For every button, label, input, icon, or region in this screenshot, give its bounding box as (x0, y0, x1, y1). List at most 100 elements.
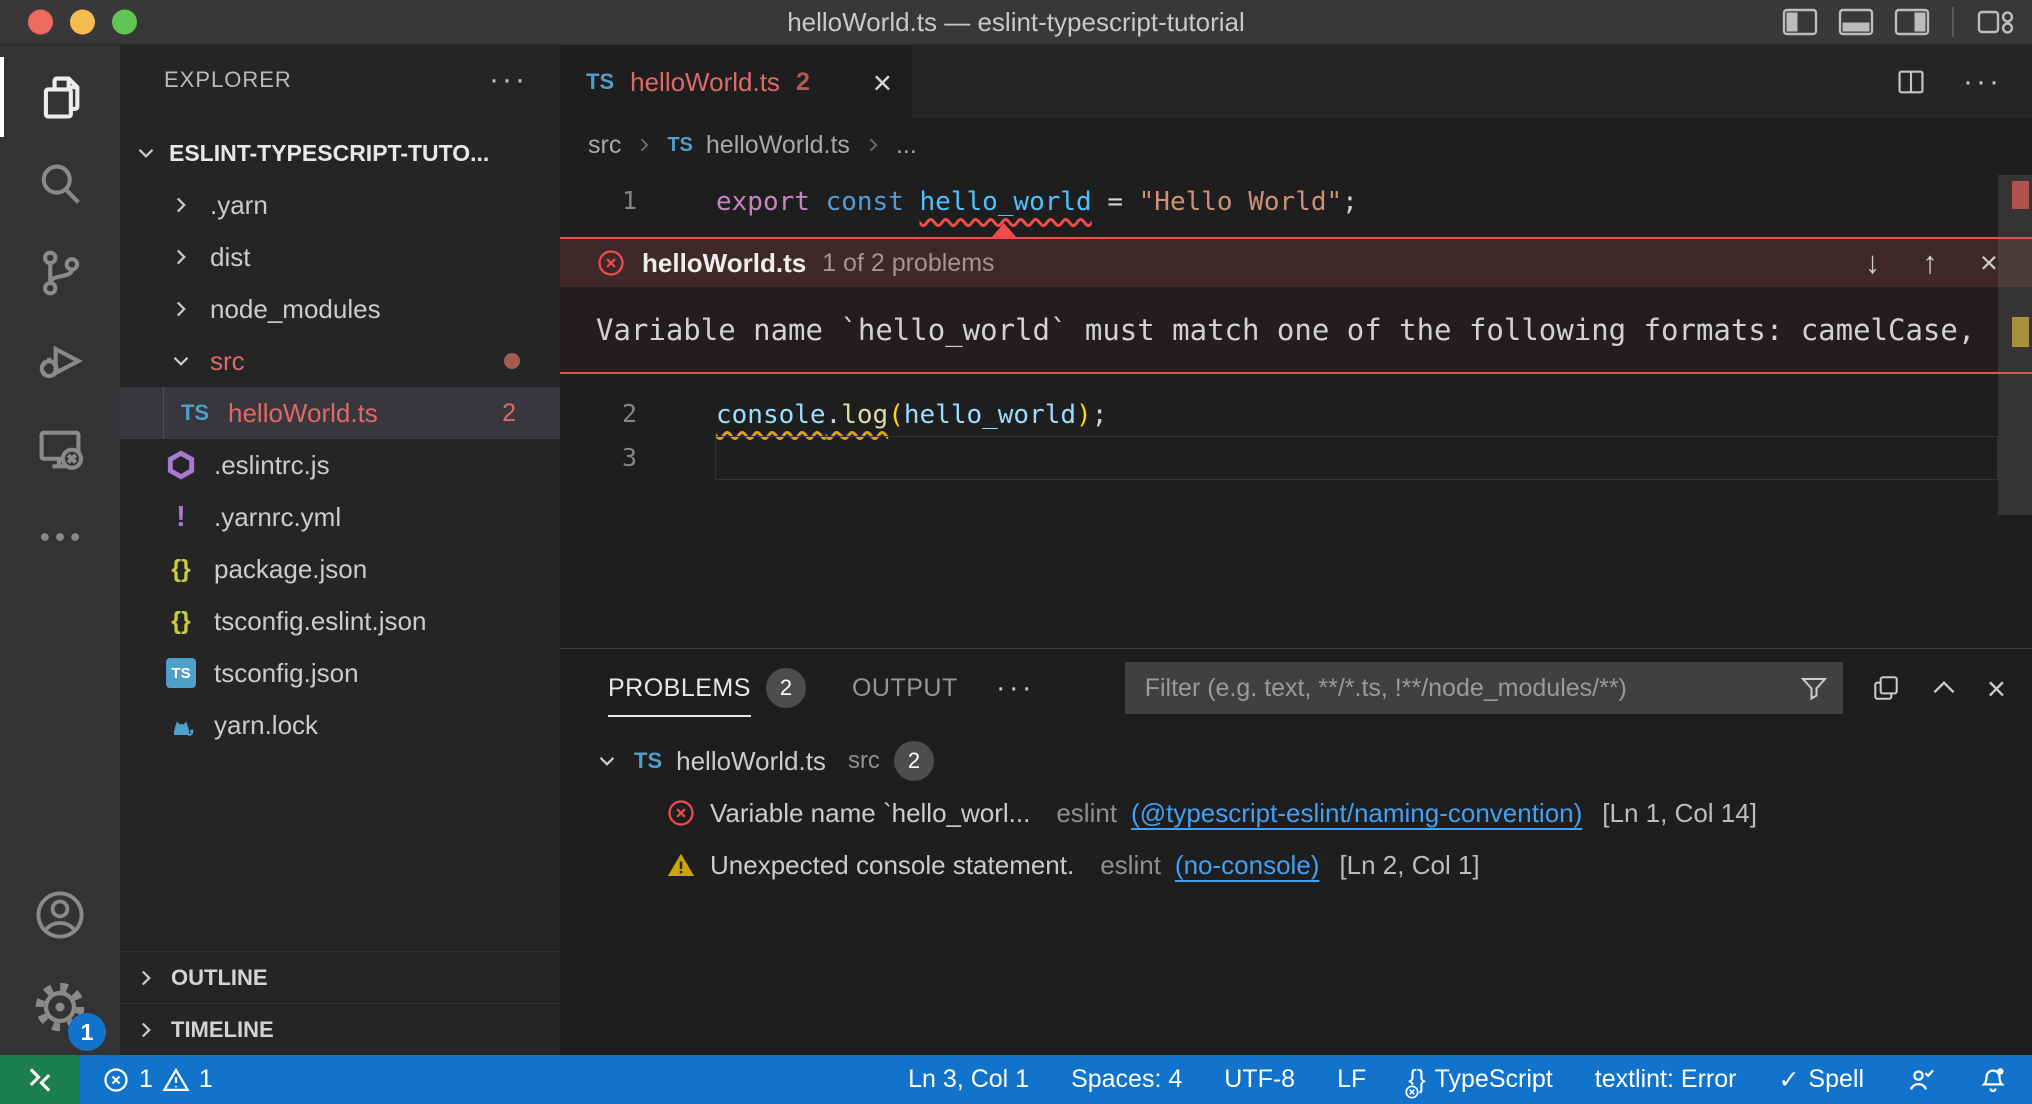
tree-item-tsconfig-eslint-json[interactable]: {} tsconfig.eslint.json (120, 595, 560, 647)
problems-group-row[interactable]: TS helloWorld.ts src 2 (560, 735, 2032, 787)
notifications-bell-icon[interactable] (1978, 1065, 2008, 1095)
tree-item-yarn[interactable]: .yarn (120, 179, 560, 231)
indentation-setting[interactable]: Spaces: 4 (1071, 1065, 1182, 1094)
close-tab-icon[interactable]: × (873, 66, 892, 99)
tab-output[interactable]: OUTPUT (852, 674, 958, 703)
textlint-status[interactable]: textlint: Error (1595, 1065, 1737, 1094)
problems-panel: PROBLEMS 2 OUTPUT ··· (560, 648, 2032, 1055)
panel-more-tabs-icon[interactable]: ··· (996, 683, 1035, 693)
activity-accounts[interactable] (0, 871, 120, 959)
breadcrumb-folder[interactable]: src (588, 131, 621, 160)
token-console: console (716, 400, 826, 430)
code-editor[interactable]: 1 export const hello_world = "Hello Worl… (560, 171, 2032, 648)
next-problem-icon[interactable]: ↓ (1865, 245, 1881, 281)
timeline-section-header[interactable]: TIMELINE (120, 1003, 560, 1055)
tree-item-yarnrc[interactable]: ! .yarnrc.yml (120, 491, 560, 543)
problem-row-warning[interactable]: Unexpected console statement. eslint (no… (560, 839, 2032, 891)
breadcrumb-symbol[interactable]: ... (896, 131, 917, 160)
close-window-button[interactable] (28, 10, 53, 35)
encoding-setting[interactable]: UTF-8 (1224, 1065, 1295, 1094)
maximize-panel-icon[interactable] (1929, 673, 1959, 703)
tree-item-tsconfig-json[interactable]: TS tsconfig.json (120, 647, 560, 699)
feedback-icon[interactable] (1906, 1065, 1936, 1095)
divider (1952, 7, 1954, 37)
yarn-icon (162, 710, 200, 740)
filter-icon[interactable] (1799, 673, 1829, 703)
code-line-2: 2 console.log(hello_world); (560, 392, 2032, 436)
tab-helloworld-ts[interactable]: TS helloWorld.ts 2 × (560, 45, 912, 119)
typescript-file-icon: TS (586, 69, 614, 95)
split-editor-icon[interactable] (1895, 66, 1927, 98)
window-controls (28, 10, 137, 35)
activity-settings[interactable]: 1 (0, 959, 120, 1055)
error-count: 1 (139, 1065, 153, 1094)
file-tree: ESLINT-TYPESCRIPT-TUTO... .yarn dist nod… (120, 115, 560, 751)
tree-item-yarn-lock[interactable]: yarn.lock (120, 699, 560, 751)
language-mode[interactable]: {} TypeScript (1408, 1064, 1552, 1095)
peek-message[interactable]: Variable name `hello_world` must match o… (560, 287, 2032, 372)
status-problems[interactable]: 1 1 (102, 1065, 213, 1094)
token-argument: hello_world (904, 400, 1076, 430)
close-panel-icon[interactable]: × (1987, 672, 2006, 705)
peek-arrow (991, 223, 1017, 238)
activity-remote-explorer[interactable] (0, 405, 120, 493)
tree-root-folder[interactable]: ESLINT-TYPESCRIPT-TUTO... (120, 127, 560, 179)
tab-problems[interactable]: PROBLEMS 2 (608, 668, 806, 708)
file-label: helloWorld.ts (228, 398, 378, 429)
timeline-label: TIMELINE (171, 1017, 274, 1043)
source-control-icon (34, 247, 86, 299)
more-actions-icon[interactable]: ··· (1963, 77, 2002, 87)
typescript-file-icon: TS (176, 400, 214, 426)
chevron-right-icon (863, 135, 883, 155)
folder-label: node_modules (210, 294, 381, 325)
toggle-secondary-sidebar-icon[interactable] (1894, 8, 1930, 36)
activity-source-control[interactable] (0, 229, 120, 317)
breadcrumb-file[interactable]: helloWorld.ts (706, 131, 850, 160)
tree-item-dist[interactable]: dist (120, 231, 560, 283)
problem-message: Unexpected console statement. (710, 850, 1074, 881)
activity-run-debug[interactable] (0, 317, 120, 405)
activity-search[interactable] (0, 141, 120, 229)
token-variable-error: hello_world (920, 187, 1092, 217)
tree-item-package-json[interactable]: {} package.json (120, 543, 560, 595)
activity-more[interactable] (0, 493, 120, 581)
zoom-window-button[interactable] (112, 10, 137, 35)
search-icon (34, 159, 86, 211)
problem-rule-link[interactable]: (no-console) (1175, 850, 1320, 881)
problem-row-error[interactable]: Variable name `hello_worl... eslint (@ty… (560, 787, 2032, 839)
files-icon (34, 71, 86, 123)
problem-rule-link[interactable]: (@typescript-eslint/naming-convention) (1131, 798, 1582, 829)
tree-item-src[interactable]: src (120, 335, 560, 387)
editor-scrollbar[interactable] (1998, 171, 2032, 648)
customize-layout-icon[interactable] (1976, 7, 2016, 37)
eol-setting[interactable]: LF (1337, 1065, 1366, 1094)
folder-label: dist (210, 242, 250, 273)
toggle-sidebar-icon[interactable] (1782, 8, 1818, 36)
remote-indicator[interactable] (0, 1055, 80, 1104)
remote-explorer-icon (34, 423, 86, 475)
cursor-position[interactable]: Ln 3, Col 1 (908, 1065, 1029, 1094)
peek-problem-count: 1 of 2 problems (822, 249, 994, 278)
previous-problem-icon[interactable]: ↑ (1922, 245, 1938, 281)
tree-item-node-modules[interactable]: node_modules (120, 283, 560, 335)
problems-filter-input[interactable] (1145, 674, 1799, 703)
activity-explorer[interactable] (0, 53, 120, 141)
explorer-more-icon[interactable]: ··· (489, 70, 528, 90)
problems-count-badge: 2 (766, 668, 806, 708)
outline-label: OUTLINE (171, 965, 268, 991)
chevron-down-icon (168, 348, 194, 374)
toggle-panel-icon[interactable] (1838, 8, 1874, 36)
problem-source: eslint (1056, 798, 1117, 829)
open-in-editor-icon[interactable] (1871, 673, 1901, 703)
tree-item-eslintrc[interactable]: .eslintrc.js (120, 439, 560, 491)
close-peek-icon[interactable]: × (1980, 245, 1998, 281)
minimize-window-button[interactable] (70, 10, 95, 35)
tree-item-helloworld-ts[interactable]: TS helloWorld.ts 2 (120, 387, 560, 439)
problem-location: [Ln 2, Col 1] (1339, 850, 1479, 881)
account-icon (33, 888, 87, 942)
outline-section-header[interactable]: OUTLINE (120, 951, 560, 1003)
spell-checker-status[interactable]: ✓ Spell (1778, 1065, 1864, 1095)
problems-file-path: src (848, 747, 880, 775)
error-overview-marker (2012, 181, 2029, 209)
editor-actions: ··· (1895, 45, 2032, 119)
